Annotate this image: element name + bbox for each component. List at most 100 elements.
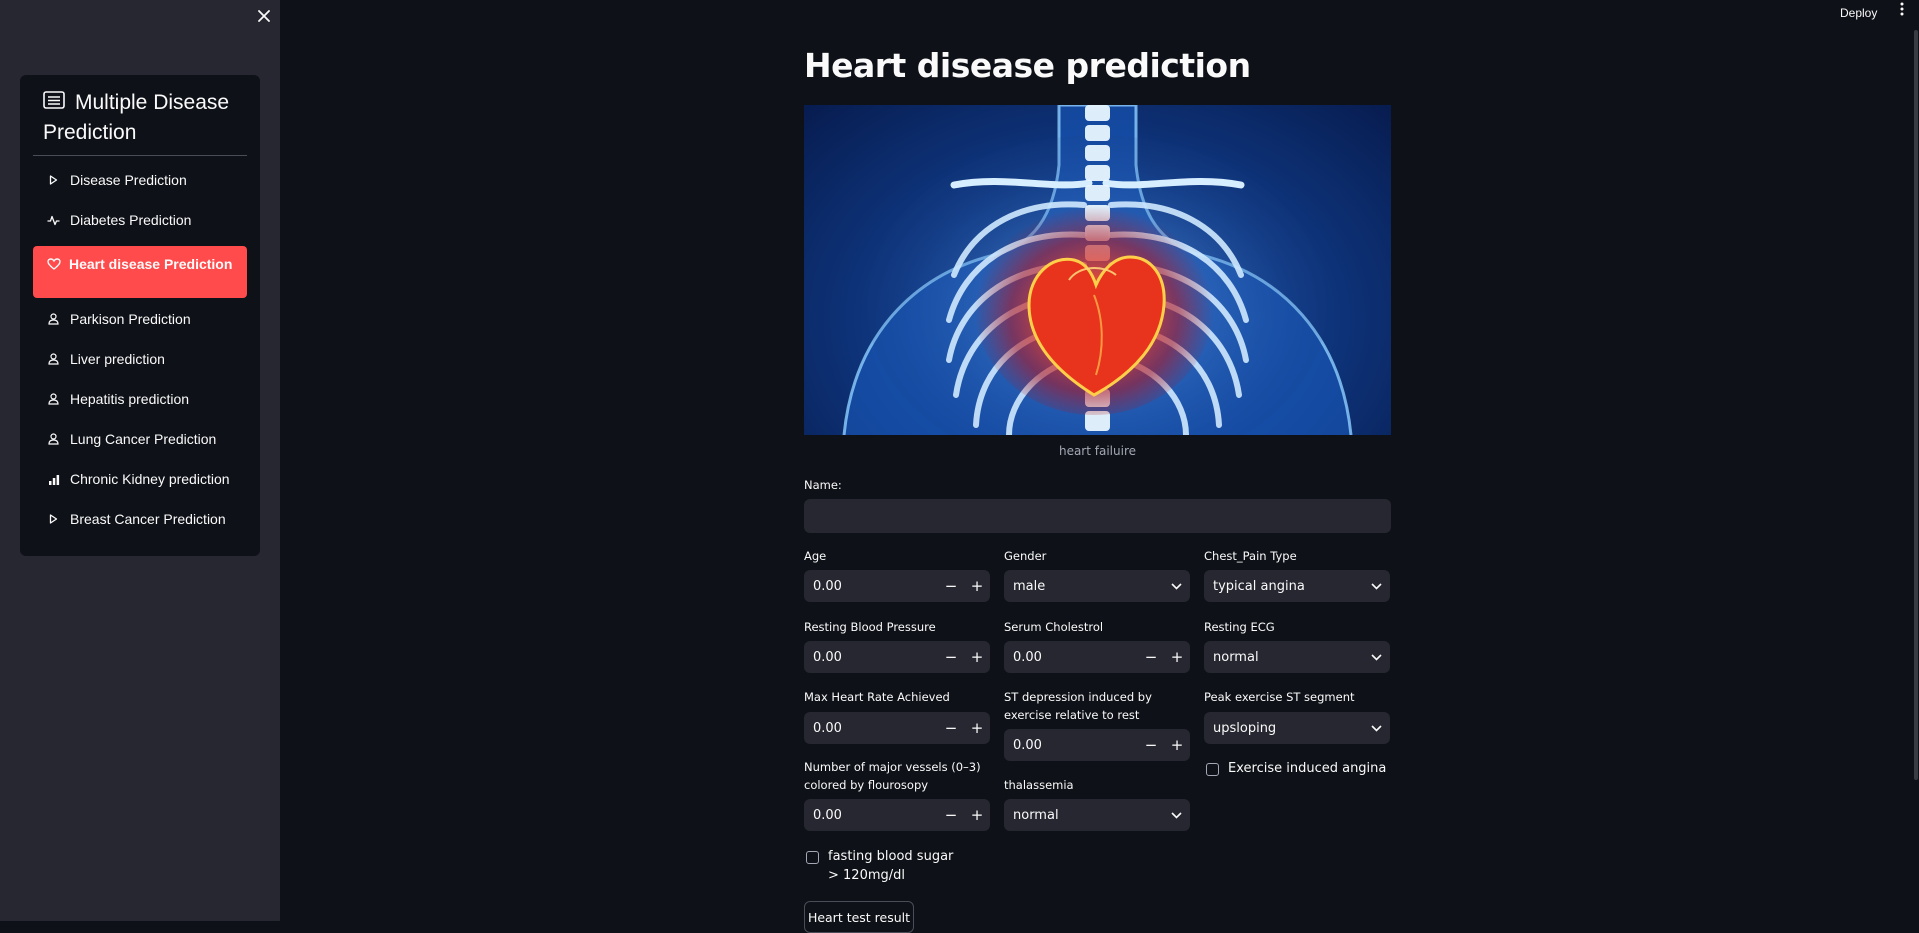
- play-icon: [47, 174, 60, 187]
- main-menu-button[interactable]: [1894, 2, 1910, 24]
- st-depression-value[interactable]: 0.00: [1004, 738, 1138, 753]
- heart-xray-image: [804, 105, 1391, 435]
- sidebar-item-label: Diabetes Prediction: [70, 212, 192, 228]
- serum-chol-increment-button[interactable]: +: [1164, 648, 1190, 666]
- serum-chol-value[interactable]: 0.00: [1004, 650, 1138, 665]
- max-hr-decrement-button[interactable]: −: [938, 719, 964, 737]
- resting-ecg-value: normal: [1213, 649, 1259, 665]
- chevron-down-icon: [1162, 811, 1190, 819]
- st-depression-input[interactable]: 0.00 − +: [1004, 729, 1190, 761]
- resting-ecg-select[interactable]: normal: [1204, 641, 1390, 673]
- major-vessels-label: Number of major vessels (0–3) colored by…: [804, 760, 981, 792]
- deploy-button[interactable]: Deploy: [1836, 4, 1881, 22]
- name-input[interactable]: [804, 499, 1391, 533]
- sidebar-item-label: Heart disease Prediction: [69, 256, 233, 272]
- sidebar-item-label: Breast Cancer Prediction: [70, 511, 226, 527]
- exercise-angina-label: Exercise induced angina: [1228, 761, 1387, 776]
- person-icon: [47, 393, 60, 406]
- max-hr-label: Max Heart Rate Achieved: [804, 690, 950, 704]
- peak-st-select[interactable]: upsloping: [1204, 712, 1390, 744]
- more-vertical-icon: [1900, 2, 1904, 16]
- sidebar-item-active-wrapper: Heart disease Prediction: [33, 246, 244, 274]
- sidebar-item-label: Chronic Kidney prediction: [70, 471, 230, 487]
- name-label: Name:: [804, 478, 842, 492]
- major-vessels-input[interactable]: 0.00 − +: [804, 799, 990, 831]
- max-hr-input[interactable]: 0.00 − +: [804, 712, 990, 744]
- play-icon: [47, 513, 60, 526]
- menu-divider: [33, 155, 247, 156]
- page-title: Heart disease prediction: [804, 46, 1251, 85]
- menu-title: Multiple Disease Prediction: [43, 88, 253, 148]
- sidebar-item-heart-disease-prediction[interactable]: Heart disease Prediction: [33, 246, 247, 298]
- chest-pain-select[interactable]: typical angina: [1204, 570, 1390, 602]
- exercise-angina-checkbox[interactable]: [1206, 763, 1219, 776]
- resting-bp-input[interactable]: 0.00 − +: [804, 641, 990, 673]
- gender-value: male: [1013, 578, 1046, 594]
- heart-test-result-button[interactable]: Heart test result: [804, 901, 914, 933]
- thalassemia-select[interactable]: normal: [1004, 799, 1190, 831]
- age-increment-button[interactable]: +: [964, 577, 990, 595]
- menu-title-text: Multiple Disease Prediction: [43, 91, 230, 144]
- page-scrollbar[interactable]: [1914, 30, 1918, 780]
- st-depression-label: ST depression induced by exercise relati…: [1004, 690, 1152, 722]
- heart-icon: [47, 258, 61, 270]
- list-icon: [43, 91, 65, 109]
- sidebar-item-disease-prediction[interactable]: Disease Prediction: [33, 162, 247, 198]
- max-hr-increment-button[interactable]: +: [964, 719, 990, 737]
- age-label: Age: [804, 549, 827, 563]
- chest-pain-value: typical angina: [1213, 578, 1305, 594]
- major-vessels-increment-button[interactable]: +: [964, 806, 990, 824]
- chest-pain-label: Chest_Pain Type: [1204, 549, 1297, 563]
- age-value[interactable]: 0.00: [804, 579, 938, 594]
- st-depression-increment-button[interactable]: +: [1164, 736, 1190, 754]
- serum-chol-decrement-button[interactable]: −: [1138, 648, 1164, 666]
- sidebar-item-parkison-prediction[interactable]: Parkison Prediction: [33, 301, 247, 337]
- close-icon: [258, 10, 270, 22]
- sidebar-item-breast-cancer-prediction[interactable]: Breast Cancer Prediction: [33, 501, 247, 537]
- fasting-bs-label: fasting blood sugar > 120mg/dl: [828, 849, 954, 883]
- st-depression-decrement-button[interactable]: −: [1138, 736, 1164, 754]
- serum-chol-input[interactable]: 0.00 − +: [1004, 641, 1190, 673]
- thalassemia-label: thalassemia: [1004, 778, 1074, 792]
- person-icon: [47, 433, 60, 446]
- sidebar-item-label: Liver prediction: [70, 351, 165, 367]
- image-caption: heart failuire: [1058, 444, 1137, 458]
- sidebar: Multiple Disease Prediction Disease Pred…: [0, 0, 280, 921]
- resting-bp-label: Resting Blood Pressure: [804, 620, 936, 634]
- sidebar-item-chronic-kidney-prediction[interactable]: Chronic Kidney prediction: [33, 461, 247, 497]
- peak-st-value: upsloping: [1213, 720, 1277, 736]
- resting-bp-value[interactable]: 0.00: [804, 650, 938, 665]
- gender-label: Gender: [1004, 549, 1047, 563]
- age-decrement-button[interactable]: −: [938, 577, 964, 595]
- gender-select[interactable]: male: [1004, 570, 1190, 602]
- resting-ecg-label: Resting ECG: [1204, 620, 1275, 634]
- person-icon: [47, 313, 60, 326]
- thalassemia-value: normal: [1013, 807, 1059, 823]
- resting-bp-decrement-button[interactable]: −: [938, 648, 964, 666]
- serum-chol-label: Serum Cholestrol: [1004, 620, 1104, 634]
- option-menu: Multiple Disease Prediction Disease Pred…: [20, 75, 260, 556]
- major-vessels-decrement-button[interactable]: −: [938, 806, 964, 824]
- sidebar-item-liver-prediction[interactable]: Liver prediction: [33, 341, 247, 377]
- chevron-down-icon: [1362, 724, 1390, 732]
- peak-st-label: Peak exercise ST segment: [1204, 690, 1355, 704]
- chevron-down-icon: [1362, 582, 1390, 590]
- chevron-down-icon: [1362, 653, 1390, 661]
- sidebar-item-diabetes-prediction[interactable]: Diabetes Prediction: [33, 202, 247, 238]
- sidebar-item-hepatitis-prediction[interactable]: Hepatitis prediction: [33, 381, 247, 417]
- max-hr-value[interactable]: 0.00: [804, 721, 938, 736]
- sidebar-item-label: Hepatitis prediction: [70, 391, 190, 407]
- bar-chart-icon: [47, 473, 60, 486]
- sidebar-item-label: Parkison Prediction: [70, 311, 191, 327]
- fasting-bs-checkbox[interactable]: [806, 851, 819, 864]
- age-input[interactable]: 0.00 − +: [804, 570, 990, 602]
- resting-bp-increment-button[interactable]: +: [964, 648, 990, 666]
- sidebar-item-lung-cancer-prediction[interactable]: Lung Cancer Prediction: [33, 421, 247, 457]
- sidebar-item-label: Lung Cancer Prediction: [70, 431, 217, 447]
- chevron-down-icon: [1162, 582, 1190, 590]
- person-icon: [47, 353, 60, 366]
- sidebar-item-label: Disease Prediction: [70, 172, 187, 188]
- close-sidebar-button[interactable]: [252, 4, 276, 28]
- activity-icon: [47, 214, 60, 227]
- major-vessels-value[interactable]: 0.00: [804, 808, 938, 823]
